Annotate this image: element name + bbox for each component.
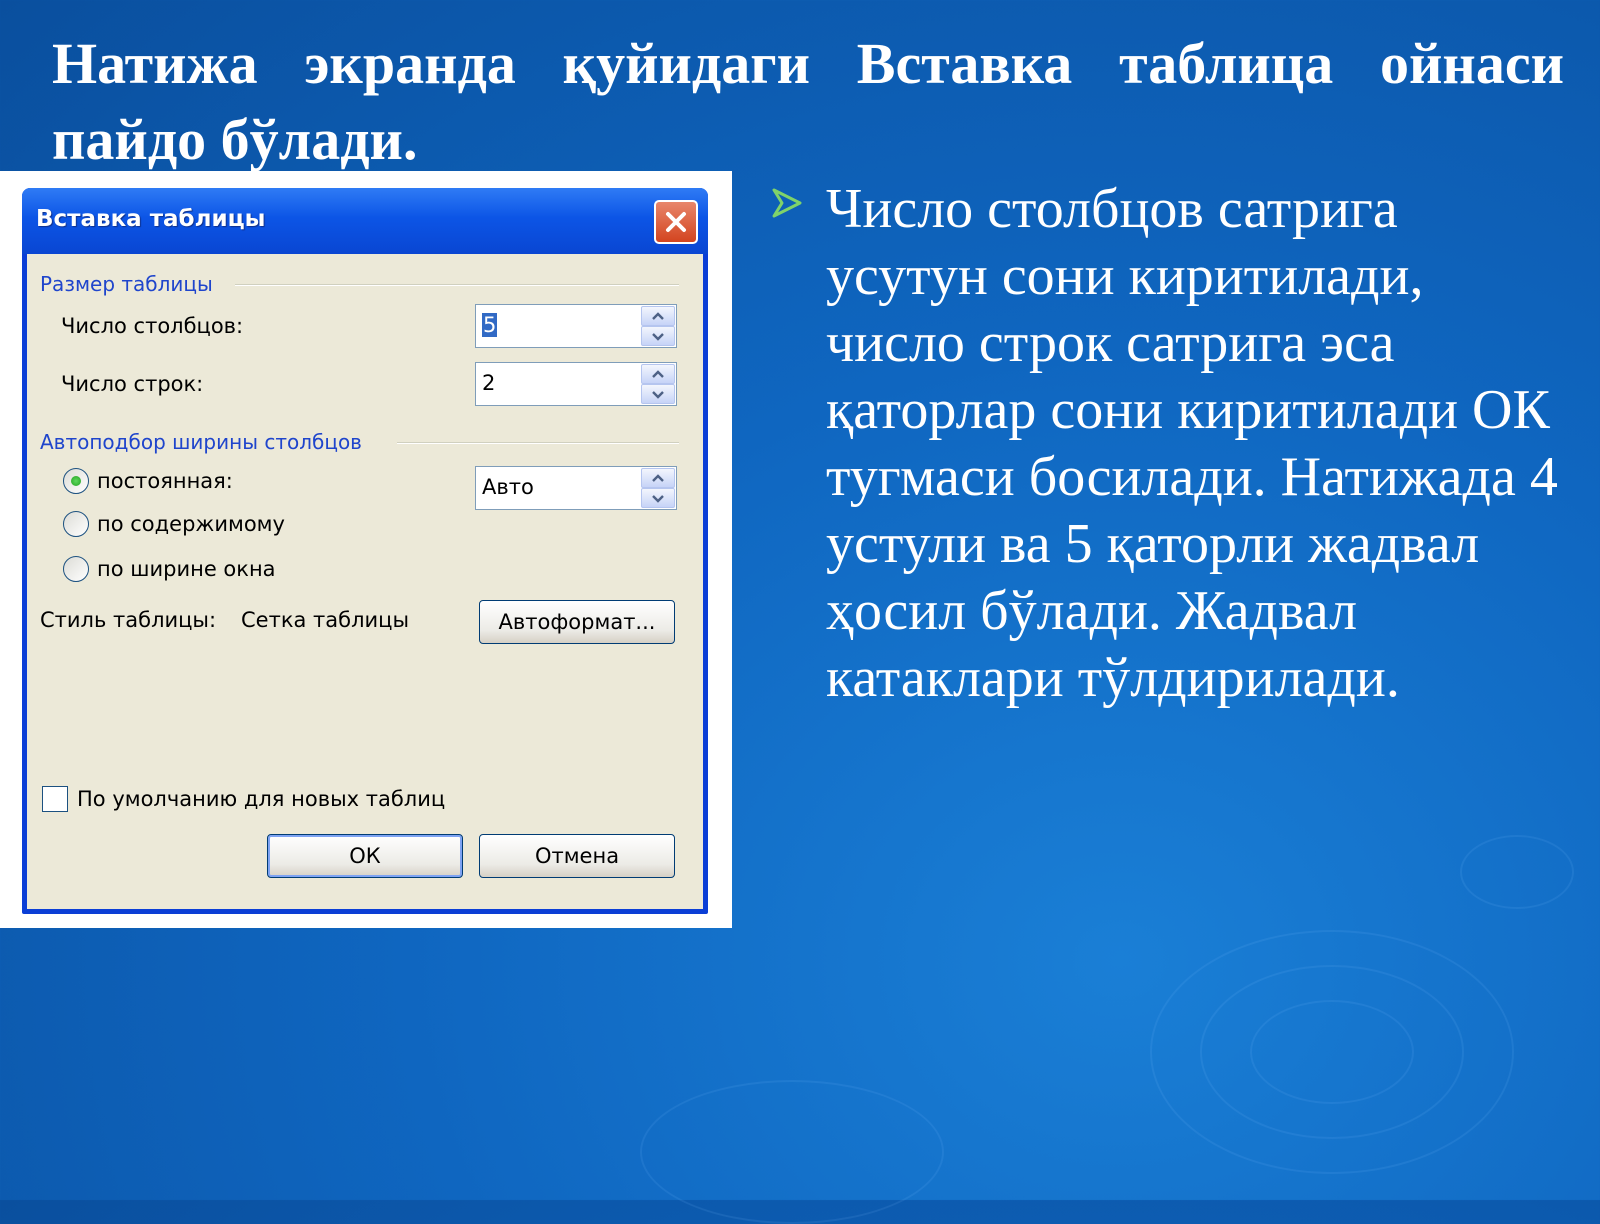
autoformat-button[interactable]: Автоформат... (479, 600, 675, 644)
autofit-content-label: по содержимому (97, 512, 285, 536)
background-ripple (1250, 1000, 1414, 1104)
rows-label: Число строк: (61, 372, 204, 396)
dialog-screenshot-frame: Вставка таблицы Размер таблицы Число сто… (0, 171, 732, 928)
chevron-down-icon (652, 390, 664, 399)
chevron-down-icon (652, 494, 664, 503)
ok-button[interactable]: ОК (267, 834, 463, 878)
rows-spin-up[interactable] (641, 364, 675, 384)
fixed-width-label: постоянная: (97, 469, 233, 493)
chevron-down-icon (652, 332, 664, 341)
radio-autofit-window[interactable] (63, 556, 89, 582)
group-divider (397, 442, 679, 444)
fixed-width-spin-down[interactable] (641, 488, 675, 508)
table-style-label: Стиль таблицы: (40, 608, 217, 632)
columns-value: 5 (482, 313, 498, 337)
close-icon (666, 212, 686, 232)
group-divider (235, 284, 679, 286)
fixed-width-spin-up[interactable] (641, 468, 675, 488)
rows-spin-down[interactable] (641, 384, 675, 404)
chevron-up-icon (652, 473, 664, 482)
radio-fixed-width[interactable] (63, 468, 89, 494)
radio-selected-dot (71, 476, 81, 486)
dialog-title: Вставка таблицы (36, 206, 266, 232)
columns-spin-down[interactable] (641, 326, 675, 346)
fixed-width-spin-input[interactable]: Авто (475, 466, 677, 510)
radio-autofit-content[interactable] (63, 511, 89, 537)
autofit-window-label: по ширине окна (97, 557, 276, 581)
fixed-width-spin-buttons (641, 468, 675, 508)
rows-spin-input[interactable]: 2 (475, 362, 677, 406)
columns-spin-input[interactable]: 5 (475, 304, 677, 348)
bullet-text: Число столбцов сатрига усутун сони кирит… (826, 178, 1558, 709)
rows-value: 2 (482, 371, 496, 395)
chevron-up-icon (652, 311, 664, 320)
autofit-group-label: Автоподбор ширины столбцов (40, 430, 362, 454)
dialog-titlebar[interactable]: Вставка таблицы (22, 188, 708, 254)
rows-spin-buttons (641, 364, 675, 404)
table-size-group-label: Размер таблицы (40, 272, 213, 296)
columns-label: Число столбцов: (61, 314, 244, 338)
fixed-width-value: Авто (482, 475, 534, 499)
columns-spin-buttons (641, 306, 675, 346)
slide-title: Натижа экранда қуйидаги Вставка таблица … (52, 31, 1564, 172)
default-for-new-tables-label: По умолчанию для новых таблиц (77, 787, 446, 811)
arrow-bullet-icon (772, 188, 802, 218)
dialog-client-area: Размер таблицы Число столбцов: 5 Число с… (27, 254, 703, 909)
cancel-button[interactable]: Отмена (479, 834, 675, 878)
background-ripple (1460, 835, 1574, 909)
default-for-new-tables-checkbox[interactable] (42, 786, 68, 812)
table-style-value: Сетка таблицы (241, 608, 410, 632)
chevron-up-icon (652, 369, 664, 378)
close-button[interactable] (654, 200, 698, 244)
insert-table-dialog: Вставка таблицы Размер таблицы Число сто… (22, 188, 708, 914)
background-ripple (640, 1080, 944, 1224)
columns-spin-up[interactable] (641, 306, 675, 326)
